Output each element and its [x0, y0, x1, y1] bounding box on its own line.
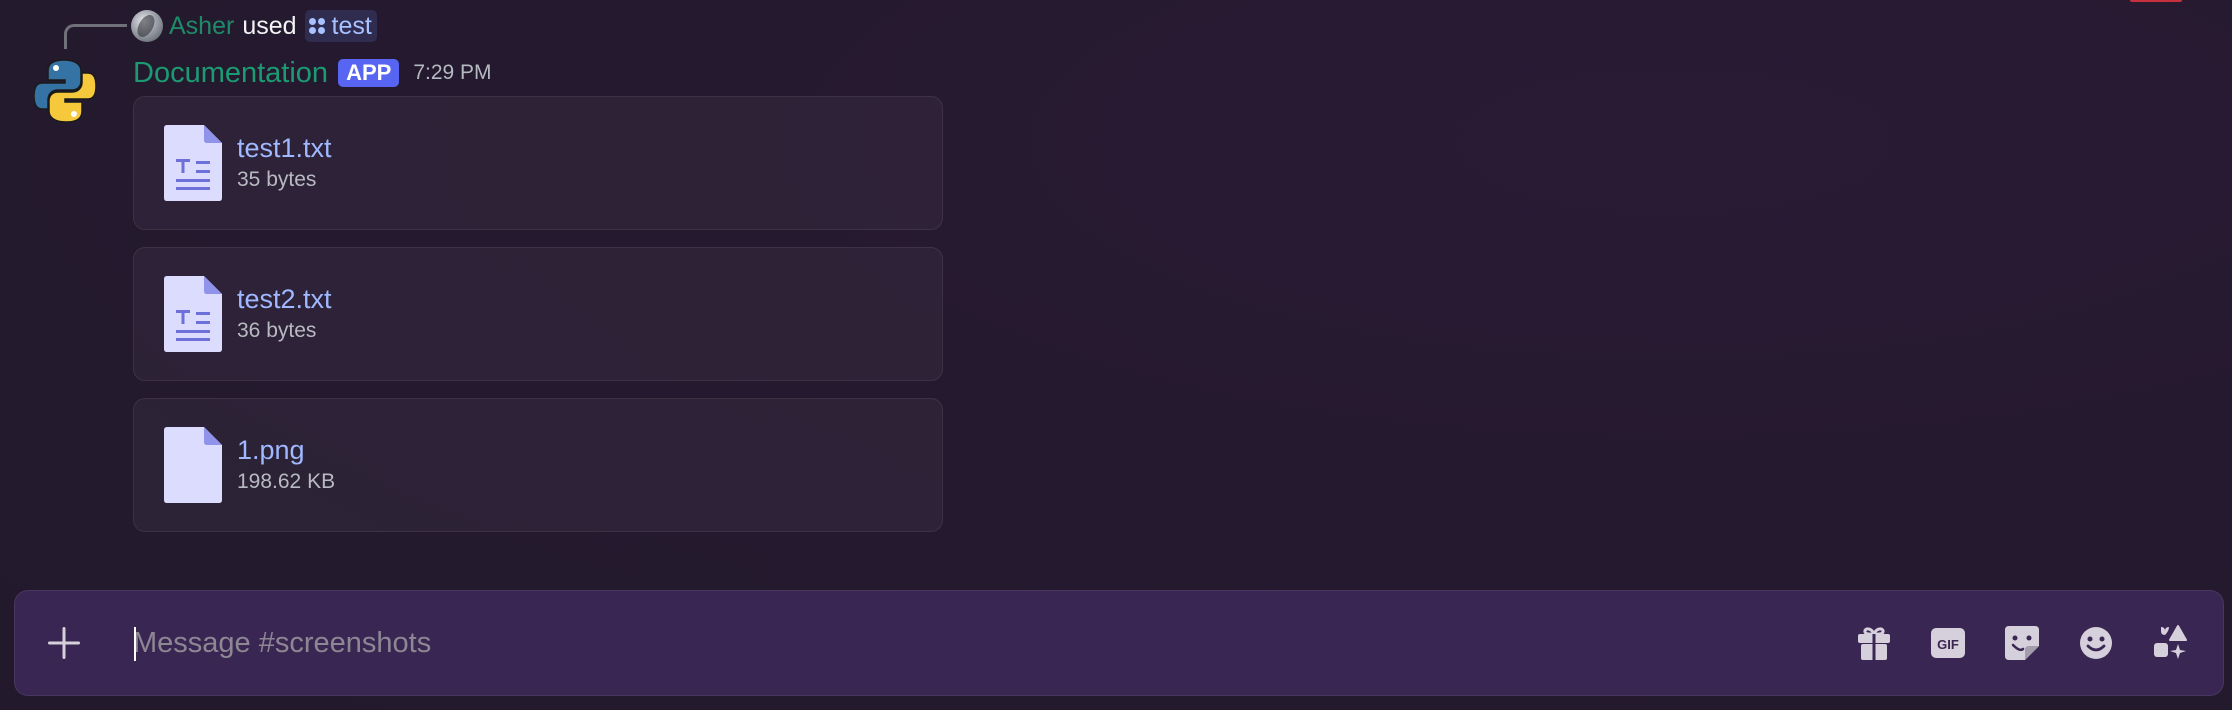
message-composer: GIF [14, 590, 2224, 696]
command-chip[interactable]: test [304, 10, 377, 42]
text-caret [134, 627, 136, 661]
attachment-filename[interactable]: test1.txt [237, 133, 332, 164]
message-header: Documentation APP 7:29 PM [133, 53, 492, 93]
emoji-icon[interactable] [2077, 624, 2115, 662]
blank-file-icon [164, 427, 222, 503]
attachment-card[interactable]: test1.txt 35 bytes [133, 96, 943, 230]
text-file-icon [164, 125, 222, 201]
attachment-list: test1.txt 35 bytes test2.txt 36 bytes 1.… [133, 96, 943, 549]
command-used-text: used [242, 11, 297, 40]
bot-name[interactable]: Documentation [133, 57, 328, 90]
upload-plus-icon[interactable] [45, 624, 83, 662]
message-input[interactable] [133, 611, 1433, 675]
message-timestamp: 7:29 PM [413, 61, 492, 84]
attachment-size: 198.62 KB [237, 470, 336, 493]
user-avatar[interactable] [131, 10, 163, 42]
command-name: test [331, 11, 372, 40]
gif-icon-label: GIF [1937, 637, 1959, 652]
attachment-filename[interactable]: test2.txt [237, 284, 332, 315]
apps-icon[interactable] [2151, 624, 2189, 662]
attachment-card[interactable]: 1.png 198.62 KB [133, 398, 943, 532]
slash-command-icon [308, 18, 325, 34]
gif-icon[interactable]: GIF [1929, 624, 1967, 662]
attachment-card[interactable]: test2.txt 36 bytes [133, 247, 943, 381]
attachment-size: 36 bytes [237, 319, 317, 342]
gift-icon[interactable] [1855, 624, 1893, 662]
command-user[interactable]: Asher [169, 12, 234, 41]
attachment-size: 35 bytes [237, 168, 317, 191]
attachment-filename[interactable]: 1.png [237, 435, 305, 466]
notification-edge [2130, 0, 2182, 2]
text-file-icon [164, 276, 222, 352]
sticker-icon[interactable] [2003, 624, 2041, 662]
app-badge: APP [338, 59, 400, 87]
python-logo-avatar[interactable] [34, 58, 96, 124]
command-usage-line: Asher used test [131, 9, 377, 43]
reply-spine [64, 24, 127, 49]
